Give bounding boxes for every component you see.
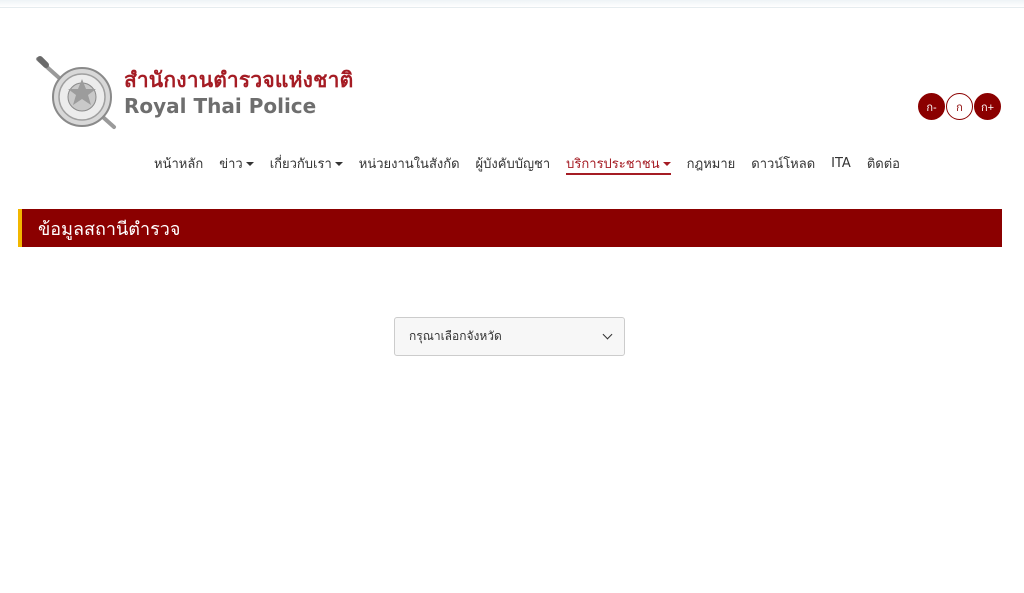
site-logo[interactable]: สำนักงานตำรวจแห่งชาติ Royal Thai Police bbox=[34, 55, 353, 131]
font-increase-button[interactable]: ก+ bbox=[974, 93, 1001, 120]
main-navigation: หน้าหลัก ข่าว เกี่ยวกับเรา หน่วยงานในสัง… bbox=[0, 152, 1024, 175]
nav-item-ita[interactable]: ITA bbox=[823, 152, 859, 174]
chevron-down-icon bbox=[602, 329, 613, 340]
font-reset-button[interactable]: ก bbox=[946, 93, 973, 120]
section-title: ข้อมูลสถานีตำรวจ bbox=[38, 218, 181, 240]
nav-item-departments[interactable]: หน่วยงานในสังกัด bbox=[351, 152, 468, 174]
font-size-controls: ก- ก ก+ bbox=[918, 93, 1001, 120]
nav-item-law[interactable]: กฎหมาย bbox=[679, 152, 744, 174]
nav-item-news[interactable]: ข่าว bbox=[211, 152, 262, 174]
province-select[interactable]: กรุณาเลือกจังหวัด bbox=[394, 317, 625, 356]
nav-item-contact[interactable]: ติดต่อ bbox=[859, 152, 908, 174]
caret-down-icon bbox=[334, 162, 343, 166]
nav-item-about[interactable]: เกี่ยวกับเรา bbox=[262, 152, 351, 174]
nav-item-home[interactable]: หน้าหลัก bbox=[146, 152, 211, 174]
caret-down-icon bbox=[245, 162, 254, 166]
nav-item-commanders[interactable]: ผู้บังคับบัญชา bbox=[468, 152, 559, 174]
nav-item-download[interactable]: ดาวน์โหลด bbox=[743, 152, 823, 174]
font-decrease-button[interactable]: ก- bbox=[918, 93, 945, 120]
caret-down-icon bbox=[662, 162, 671, 166]
province-select-value: กรุณาเลือกจังหวัด bbox=[409, 329, 502, 343]
site-title-thai: สำนักงานตำรวจแห่งชาติ bbox=[124, 68, 354, 93]
section-header-bar: ข้อมูลสถานีตำรวจ bbox=[18, 209, 1002, 247]
nav-item-public-services[interactable]: บริการประชาชน bbox=[558, 152, 678, 175]
site-title-english: Royal Thai Police bbox=[124, 93, 317, 118]
browser-top-strip bbox=[0, 0, 1024, 8]
royal-thai-police-emblem-icon bbox=[36, 56, 116, 129]
